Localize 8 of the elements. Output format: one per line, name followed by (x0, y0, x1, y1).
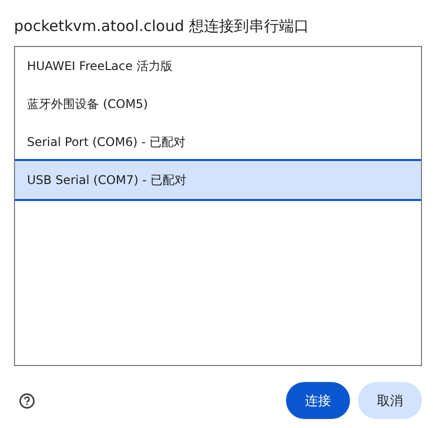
device-item[interactable]: 蓝牙外围设备 (COM5) (15, 85, 421, 123)
help-icon[interactable] (19, 392, 35, 408)
cancel-button[interactable]: 取消 (358, 382, 422, 419)
connect-button[interactable]: 连接 (286, 382, 350, 419)
device-item[interactable]: HUAWEI FreeLace 活力版 (15, 47, 421, 85)
dialog-title: pocketkvm.atool.cloud 想连接到串行端口 (14, 16, 310, 36)
device-item[interactable]: Serial Port (COM6) - 已配对 (15, 123, 421, 161)
device-item[interactable]: USB Serial (COM7) - 已配对 (15, 159, 421, 201)
